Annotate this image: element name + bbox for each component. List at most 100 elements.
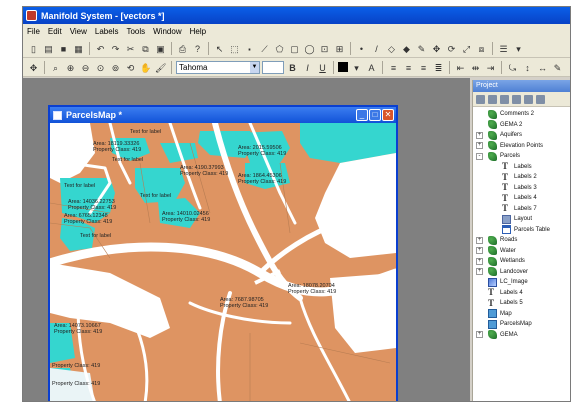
- dropdown-arrow-icon[interactable]: ▾: [512, 42, 525, 55]
- zoom-out-icon[interactable]: ⊖: [79, 61, 92, 74]
- project-tree-item[interactable]: T Labels 7: [473, 204, 570, 215]
- expand-icon[interactable]: +: [476, 257, 483, 265]
- edit-vertex-icon[interactable]: ◆: [400, 42, 413, 55]
- zoom-icon[interactable]: ⌕: [49, 61, 62, 74]
- project-paste-icon[interactable]: [536, 94, 545, 104]
- align-right-icon[interactable]: ≡: [417, 61, 430, 74]
- project-tree-item[interactable]: + Roads: [473, 235, 570, 246]
- pan-tool-icon[interactable]: ✥: [27, 61, 40, 74]
- print-icon[interactable]: ▦: [72, 42, 85, 55]
- undo-icon[interactable]: ↶: [94, 42, 107, 55]
- layer-tool-icon[interactable]: ☰: [497, 42, 510, 55]
- project-tree-item[interactable]: GEMA 2: [473, 120, 570, 131]
- insert-area-icon[interactable]: ◇: [385, 42, 398, 55]
- select-polygon-icon[interactable]: ⬠: [273, 42, 286, 55]
- edit-tool-icon[interactable]: ✎: [415, 42, 428, 55]
- zoom-in-icon[interactable]: ⊕: [64, 61, 77, 74]
- project-tree-item[interactable]: + Aquifers: [473, 130, 570, 141]
- project-cut-icon[interactable]: [512, 94, 521, 104]
- align-center-icon[interactable]: ≡: [402, 61, 415, 74]
- select-tool-icon[interactable]: ↖: [213, 42, 226, 55]
- label-style-icon[interactable]: ✎: [551, 61, 564, 74]
- insert-point-icon[interactable]: •: [355, 42, 368, 55]
- project-tree-item[interactable]: T Labels 2: [473, 172, 570, 183]
- maximize-button[interactable]: □: [369, 109, 381, 121]
- text-color-icon[interactable]: A: [365, 61, 378, 74]
- project-copy-icon[interactable]: [524, 94, 533, 104]
- menu-help[interactable]: Help: [190, 27, 206, 36]
- project-tree-item[interactable]: + Elevation Points: [473, 141, 570, 152]
- select-area-icon[interactable]: ⬚: [228, 42, 241, 55]
- project-tree-item[interactable]: Parcels Table: [473, 225, 570, 236]
- project-tree-item[interactable]: + GEMA: [473, 330, 570, 341]
- move-tool-icon[interactable]: ✥: [430, 42, 443, 55]
- text-height-icon[interactable]: ↕: [521, 61, 534, 74]
- zoom-to-selection-icon[interactable]: ⊚: [109, 61, 122, 74]
- scale-tool-icon[interactable]: ⤢: [460, 42, 473, 55]
- font-name-select[interactable]: Tahoma ▼: [176, 60, 260, 74]
- project-open-icon[interactable]: [488, 94, 497, 104]
- new-file-icon[interactable]: ▯: [27, 42, 40, 55]
- minimize-button[interactable]: _: [356, 109, 368, 121]
- project-tree-item[interactable]: + Water: [473, 246, 570, 257]
- project-new-icon[interactable]: [476, 94, 485, 104]
- app-title-bar[interactable]: Manifold System - [vectors *]: [23, 7, 570, 24]
- project-tree-item[interactable]: LC_Image: [473, 277, 570, 288]
- insert-line-icon[interactable]: /: [370, 42, 383, 55]
- collapse-icon[interactable]: -: [476, 152, 483, 160]
- paste-icon[interactable]: ▣: [154, 42, 167, 55]
- expand-icon[interactable]: +: [476, 236, 483, 244]
- project-tree-item[interactable]: T Labels 3: [473, 183, 570, 194]
- help-icon[interactable]: ?: [191, 42, 204, 55]
- project-tree-item[interactable]: - Parcels: [473, 151, 570, 162]
- merge-tool-icon[interactable]: ⧈: [475, 42, 488, 55]
- offset-center-icon[interactable]: ⇹: [469, 61, 482, 74]
- italic-icon[interactable]: I: [301, 61, 314, 74]
- select-point-icon[interactable]: ⬝: [243, 42, 256, 55]
- select-line-icon[interactable]: ⟋: [258, 42, 271, 55]
- refresh-icon[interactable]: ⟲: [124, 61, 137, 74]
- cut-icon[interactable]: ✂: [124, 42, 137, 55]
- rotate-tool-icon[interactable]: ⟳: [445, 42, 458, 55]
- redo-icon[interactable]: ↷: [109, 42, 122, 55]
- select-circle-icon[interactable]: ◯: [303, 42, 316, 55]
- project-tree-item[interactable]: Comments 2: [473, 109, 570, 120]
- menu-window[interactable]: Window: [153, 27, 181, 36]
- project-tree-item[interactable]: ParcelsMap: [473, 319, 570, 330]
- project-tree-item[interactable]: + Landcover: [473, 267, 570, 278]
- menu-view[interactable]: View: [70, 27, 87, 36]
- expand-icon[interactable]: +: [476, 331, 483, 339]
- print-preview-icon[interactable]: ⎙: [176, 42, 189, 55]
- menu-file[interactable]: File: [27, 27, 40, 36]
- project-tree-item[interactable]: + Wetlands: [473, 256, 570, 267]
- expand-icon[interactable]: +: [476, 142, 483, 150]
- project-help-icon[interactable]: [500, 94, 509, 104]
- hand-tool-icon[interactable]: ✋: [139, 61, 152, 74]
- justify-icon[interactable]: ≣: [432, 61, 445, 74]
- copy-icon[interactable]: ⧉: [139, 42, 152, 55]
- map-window-title-bar[interactable]: ParcelsMap *: [50, 107, 396, 123]
- underline-icon[interactable]: U: [316, 61, 329, 74]
- map-canvas[interactable]: Text for label Area: 18119.33326 Propert…: [50, 123, 396, 401]
- offset-left-icon[interactable]: ⇤: [454, 61, 467, 74]
- save-icon[interactable]: ■: [57, 42, 70, 55]
- expand-icon[interactable]: +: [476, 247, 483, 255]
- select-touch-icon[interactable]: ⊡: [318, 42, 331, 55]
- text-width-icon[interactable]: ↔: [536, 61, 549, 74]
- project-tree-item[interactable]: T Labels: [473, 162, 570, 173]
- zoom-to-fit-icon[interactable]: ⊙: [94, 61, 107, 74]
- color-dropdown-icon[interactable]: ▾: [350, 61, 363, 74]
- align-left-icon[interactable]: ≡: [387, 61, 400, 74]
- menu-edit[interactable]: Edit: [48, 27, 62, 36]
- project-tree-item[interactable]: Layout: [473, 214, 570, 225]
- rotate-text-icon[interactable]: ⤿: [506, 61, 519, 74]
- expand-icon[interactable]: +: [476, 268, 483, 276]
- brush-tool-icon[interactable]: 🖌: [154, 61, 167, 74]
- menu-labels[interactable]: Labels: [95, 27, 119, 36]
- font-size-select[interactable]: [262, 60, 284, 74]
- select-box-icon[interactable]: ▢: [288, 42, 301, 55]
- fill-color-icon[interactable]: [338, 62, 348, 72]
- project-tree-item[interactable]: T Labels 4: [473, 193, 570, 204]
- open-folder-icon[interactable]: ▤: [42, 42, 55, 55]
- expand-icon[interactable]: +: [476, 131, 483, 139]
